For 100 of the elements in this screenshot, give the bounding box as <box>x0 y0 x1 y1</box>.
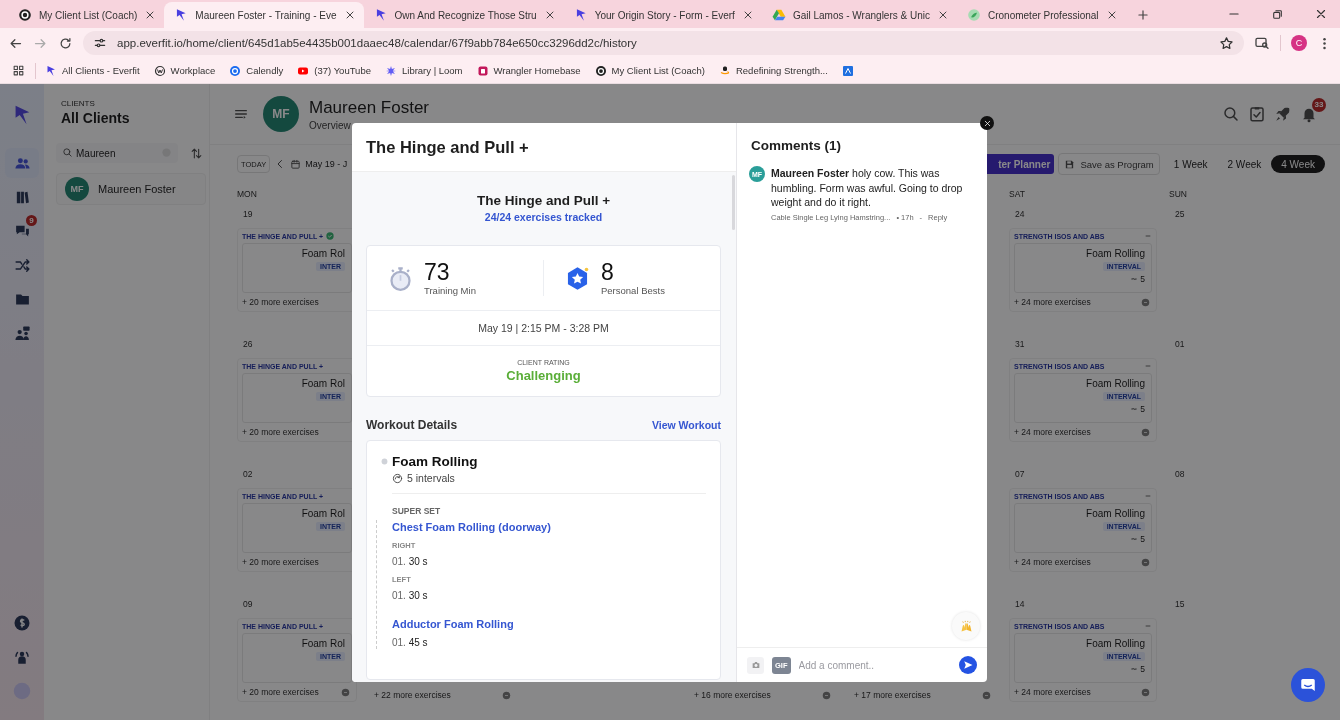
restore-icon[interactable] <box>1271 7 1284 21</box>
exercise-name: Foam Rolling <box>1086 378 1145 389</box>
send-button[interactable] <box>959 656 977 674</box>
reload-icon[interactable] <box>58 35 73 51</box>
browser-tab[interactable]: Cronometer Professional <box>957 2 1126 28</box>
count-badge: 9 <box>26 215 37 226</box>
site-settings-icon[interactable] <box>93 36 107 50</box>
exercise-title: Foam Rolling <box>392 454 478 469</box>
exercise-name: Foam Rol <box>301 378 345 389</box>
set-line: 01. 30 s <box>392 589 428 602</box>
camera-icon <box>750 660 761 670</box>
nav-item[interactable]: 9 <box>5 216 39 246</box>
more-exercises[interactable]: + 17 more exercises <box>854 690 931 700</box>
camera-button[interactable] <box>747 656 764 674</box>
search-icon[interactable] <box>1222 105 1240 123</box>
exercise-name: Foam Rolling <box>1086 638 1145 649</box>
options-icon[interactable] <box>982 690 991 700</box>
ring-icon <box>229 64 242 77</box>
more-exercises[interactable]: + 24 more exercises <box>1014 687 1091 697</box>
date-range[interactable]: May 19 - J <box>305 159 348 169</box>
close-icon <box>982 118 992 128</box>
chat-launcher[interactable] <box>1291 668 1325 702</box>
repeat-icon <box>1130 275 1139 283</box>
more-exercises[interactable]: + 16 more exercises <box>694 690 771 700</box>
options-icon[interactable] <box>1141 557 1150 567</box>
client-list-item[interactable]: MF Maureen Foster <box>56 173 206 205</box>
bookmark[interactable]: Calendly <box>224 62 289 79</box>
logo-icon <box>45 64 57 77</box>
round-count: 5 <box>1140 404 1145 414</box>
options-icon[interactable] <box>1141 687 1150 697</box>
date-label: 25 <box>1175 209 1185 220</box>
apps-icon[interactable] <box>12 64 25 77</box>
options-icon[interactable] <box>502 690 511 700</box>
more-exercises[interactable]: + 24 more exercises <box>1014 427 1091 437</box>
exercise-name: Foam Rol <box>301 248 345 259</box>
stat-value: 73 <box>424 260 450 285</box>
section-title: Workout Details <box>366 418 458 432</box>
date-label: 31 <box>1015 339 1025 350</box>
checklist-icon[interactable] <box>1248 105 1266 123</box>
session-time: May 19 | 2:15 PM - 3:28 PM <box>478 322 609 334</box>
sort-icon[interactable] <box>190 146 203 160</box>
screen-search-icon[interactable] <box>1254 35 1270 51</box>
options-icon[interactable] <box>341 687 350 697</box>
new-tab-icon[interactable] <box>1135 8 1150 22</box>
exercise-name: Foam Rol <box>301 638 345 649</box>
bookmark[interactable]: Redefining Strength... <box>713 62 833 79</box>
view-toggle[interactable]: 4 Week <box>1271 155 1325 173</box>
more-exercises[interactable]: + 22 more exercises <box>374 690 451 700</box>
dollar-icon[interactable] <box>13 614 31 632</box>
star-icon[interactable] <box>1219 35 1234 51</box>
bookmark[interactable]: (37) YouTube <box>292 62 376 79</box>
browser-tab[interactable]: Maureen Foster - Training - Eve <box>164 2 364 28</box>
more-exercises[interactable]: + 24 more exercises <box>1014 297 1091 307</box>
browser-tab[interactable]: Gail Lamos - Wranglers & Unic <box>761 2 957 28</box>
bookmark[interactable]: Wrangler Homebase <box>471 62 586 79</box>
date-label: 26 <box>243 339 253 350</box>
rating-value: Challenging <box>506 368 581 383</box>
bookmark[interactable]: Library | Loom <box>380 62 468 79</box>
close-button[interactable] <box>980 116 994 130</box>
repeat-icon <box>1130 665 1139 673</box>
exercise-link[interactable]: Adductor Foam Rolling <box>392 617 514 631</box>
date-label: 01 <box>1175 339 1185 350</box>
chat-icon <box>1299 676 1317 694</box>
more-exercises[interactable]: + 24 more exercises <box>1014 557 1091 567</box>
bookmark[interactable]: All Clients - Everfit <box>40 62 145 79</box>
logo-icon <box>476 64 489 77</box>
date-label: 15 <box>1175 599 1185 610</box>
options-icon[interactable] <box>1141 427 1150 437</box>
close-icon[interactable] <box>1314 7 1328 21</box>
more-exercises[interactable]: + 20 more exercises <box>242 557 319 567</box>
date-label: 19 <box>243 209 253 220</box>
view-workout-link[interactable]: View Workout <box>651 419 721 431</box>
view-toggle[interactable]: 1 Week <box>1163 155 1218 173</box>
options-icon[interactable] <box>822 690 831 700</box>
stat-label: Personal Bests <box>601 285 665 296</box>
bookmark[interactable]: Workplace <box>148 62 221 79</box>
date-label: 09 <box>243 599 253 610</box>
weekday-label: MON <box>237 189 257 199</box>
search-field[interactable]: Maureen <box>56 143 178 163</box>
tracked-count: 24/24 exercises tracked <box>484 211 603 224</box>
more-exercises[interactable]: + 20 more exercises <box>242 297 319 307</box>
browser-tab[interactable]: Own And Recognize Those Stru <box>363 2 564 28</box>
browser-tab[interactable]: Your Origin Story - Form - Everf <box>563 2 762 28</box>
browser-tab[interactable]: My Client List (Coach) <box>8 2 165 28</box>
profile-avatar[interactable]: C <box>1291 35 1307 51</box>
calendar-icon[interactable] <box>290 158 302 170</box>
exercise-link[interactable]: Chest Foam Rolling (doorway) <box>392 520 551 534</box>
rocket-icon[interactable] <box>1274 105 1292 123</box>
address-bar[interactable]: app.everfit.io/home/client/645d1ab5e4435b001daaec48/calendar/67f9abb784e650cc3296dd2c/history <box>83 31 1244 55</box>
nav-item[interactable] <box>5 148 39 178</box>
overview-tab[interactable]: Overview <box>309 119 351 131</box>
more-exercises[interactable]: + 20 more exercises <box>242 427 319 437</box>
round-count: 5 <box>1140 664 1145 674</box>
options-icon[interactable] <box>1141 297 1150 307</box>
view-toggle[interactable]: 2 Week <box>1217 155 1272 173</box>
interval-count: 5 intervals <box>407 472 455 484</box>
more-exercises[interactable]: + 20 more exercises <box>242 687 319 697</box>
close-icon[interactable] <box>937 9 949 21</box>
bookmark[interactable]: My Client List (Coach) <box>589 62 710 79</box>
save-program-button[interactable]: Save as Program <box>1058 153 1160 175</box>
